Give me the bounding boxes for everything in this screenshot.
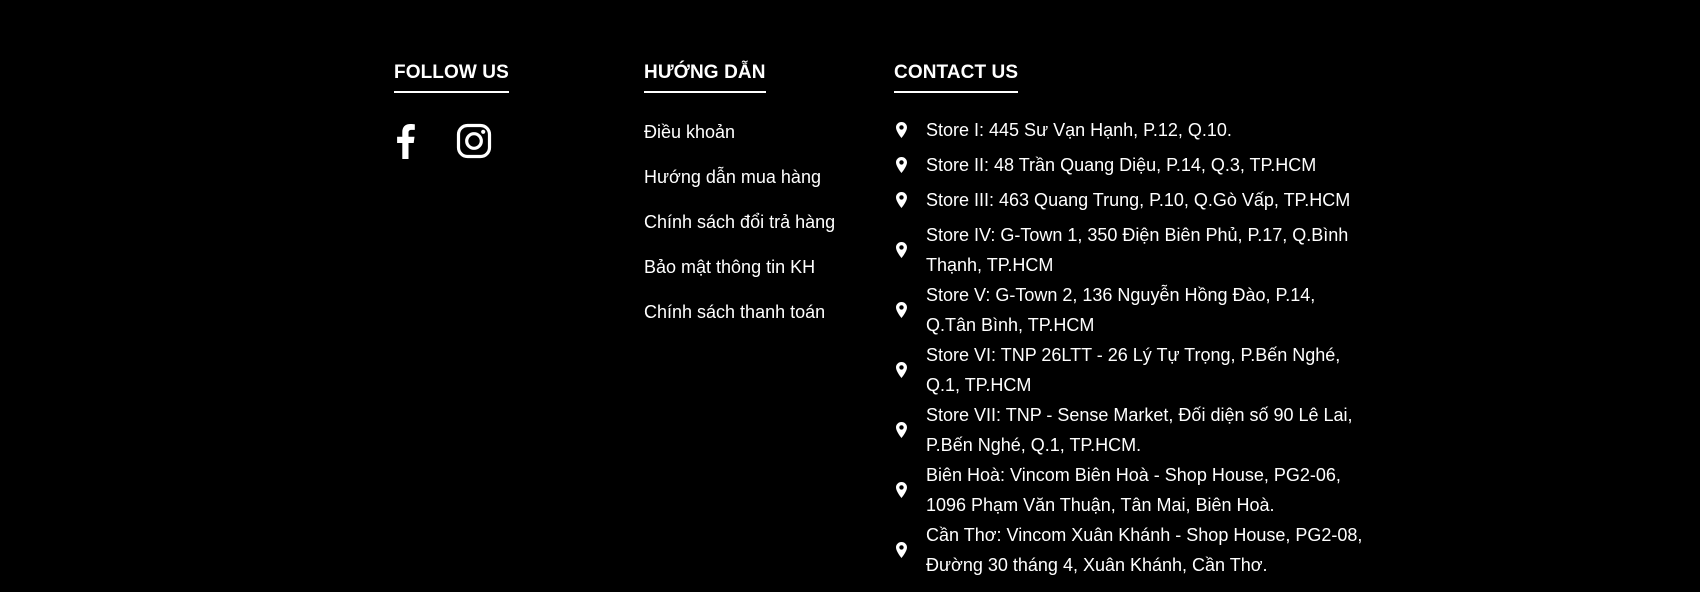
store-item: Store IV: G-Town 1, 350 Điện Biên Phủ, P… bbox=[894, 220, 1364, 280]
follow-us-column: FOLLOW US bbox=[394, 62, 614, 159]
contact-us-heading: CONTACT US bbox=[894, 62, 1019, 93]
map-pin-icon bbox=[894, 542, 908, 558]
guide-link-payment-policy[interactable]: Chính sách thanh toán bbox=[644, 301, 874, 346]
map-pin-icon bbox=[894, 362, 908, 378]
map-pin-icon bbox=[894, 157, 908, 173]
guide-links: Điều khoản Hướng dẫn mua hàng Chính sách… bbox=[644, 121, 874, 346]
guide-link-privacy[interactable]: Bảo mật thông tin KH bbox=[644, 256, 874, 301]
guide-heading: HƯỚNG DẪN bbox=[644, 62, 766, 93]
follow-us-heading: FOLLOW US bbox=[394, 62, 509, 93]
store-address: Store VII: TNP - Sense Market, Đối diện … bbox=[926, 405, 1353, 455]
guide-link-terms[interactable]: Điều khoản bbox=[644, 121, 874, 166]
store-item: Cần Thơ: Vincom Xuân Khánh - Shop House,… bbox=[894, 520, 1364, 580]
map-pin-icon bbox=[894, 482, 908, 498]
map-pin-icon bbox=[894, 422, 908, 438]
store-address: Biên Hoà: Vincom Biên Hoà - Shop House, … bbox=[926, 465, 1341, 515]
facebook-icon[interactable] bbox=[394, 123, 416, 159]
store-address: Store II: 48 Trần Quang Diệu, P.14, Q.3,… bbox=[926, 155, 1317, 175]
social-links bbox=[394, 123, 614, 159]
guide-link-purchase-guide[interactable]: Hướng dẫn mua hàng bbox=[644, 166, 874, 211]
store-address: Store VI: TNP 26LTT - 26 Lý Tự Trọng, P.… bbox=[926, 345, 1341, 395]
store-address: Store IV: G-Town 1, 350 Điện Biên Phủ, P… bbox=[926, 225, 1349, 275]
map-pin-icon bbox=[894, 192, 908, 208]
store-item: Store VII: TNP - Sense Market, Đối diện … bbox=[894, 400, 1364, 460]
instagram-icon[interactable] bbox=[456, 123, 492, 159]
map-pin-icon bbox=[894, 122, 908, 138]
store-item: Store III: 463 Quang Trung, P.10, Q.Gò V… bbox=[894, 185, 1364, 215]
store-item: Store II: 48 Trần Quang Diệu, P.14, Q.3,… bbox=[894, 150, 1364, 180]
guide-link-return-policy[interactable]: Chính sách đổi trả hàng bbox=[644, 211, 874, 256]
store-item: Store V: G-Town 2, 136 Nguyễn Hồng Đào, … bbox=[894, 280, 1364, 340]
guide-column: HƯỚNG DẪN Điều khoản Hướng dẫn mua hàng … bbox=[644, 62, 874, 346]
store-item: Store I: 445 Sư Vạn Hạnh, P.12, Q.10. bbox=[894, 115, 1364, 145]
site-footer: FOLLOW US HƯỚNG DẪN Điều khoản Hướng dẫn… bbox=[0, 0, 1700, 592]
map-pin-icon bbox=[894, 242, 908, 258]
store-address: Store V: G-Town 2, 136 Nguyễn Hồng Đào, … bbox=[926, 285, 1316, 335]
store-address: Store III: 463 Quang Trung, P.10, Q.Gò V… bbox=[926, 190, 1351, 210]
store-address: Cần Thơ: Vincom Xuân Khánh - Shop House,… bbox=[926, 525, 1363, 575]
store-address: Store I: 445 Sư Vạn Hạnh, P.12, Q.10. bbox=[926, 120, 1232, 140]
store-item: Biên Hoà: Vincom Biên Hoà - Shop House, … bbox=[894, 460, 1364, 520]
contact-us-column: CONTACT US Store I: 445 Sư Vạn Hạnh, P.1… bbox=[894, 62, 1364, 580]
store-item: Store VI: TNP 26LTT - 26 Lý Tự Trọng, P.… bbox=[894, 340, 1364, 400]
map-pin-icon bbox=[894, 302, 908, 318]
store-list: Store I: 445 Sư Vạn Hạnh, P.12, Q.10. St… bbox=[894, 115, 1364, 580]
